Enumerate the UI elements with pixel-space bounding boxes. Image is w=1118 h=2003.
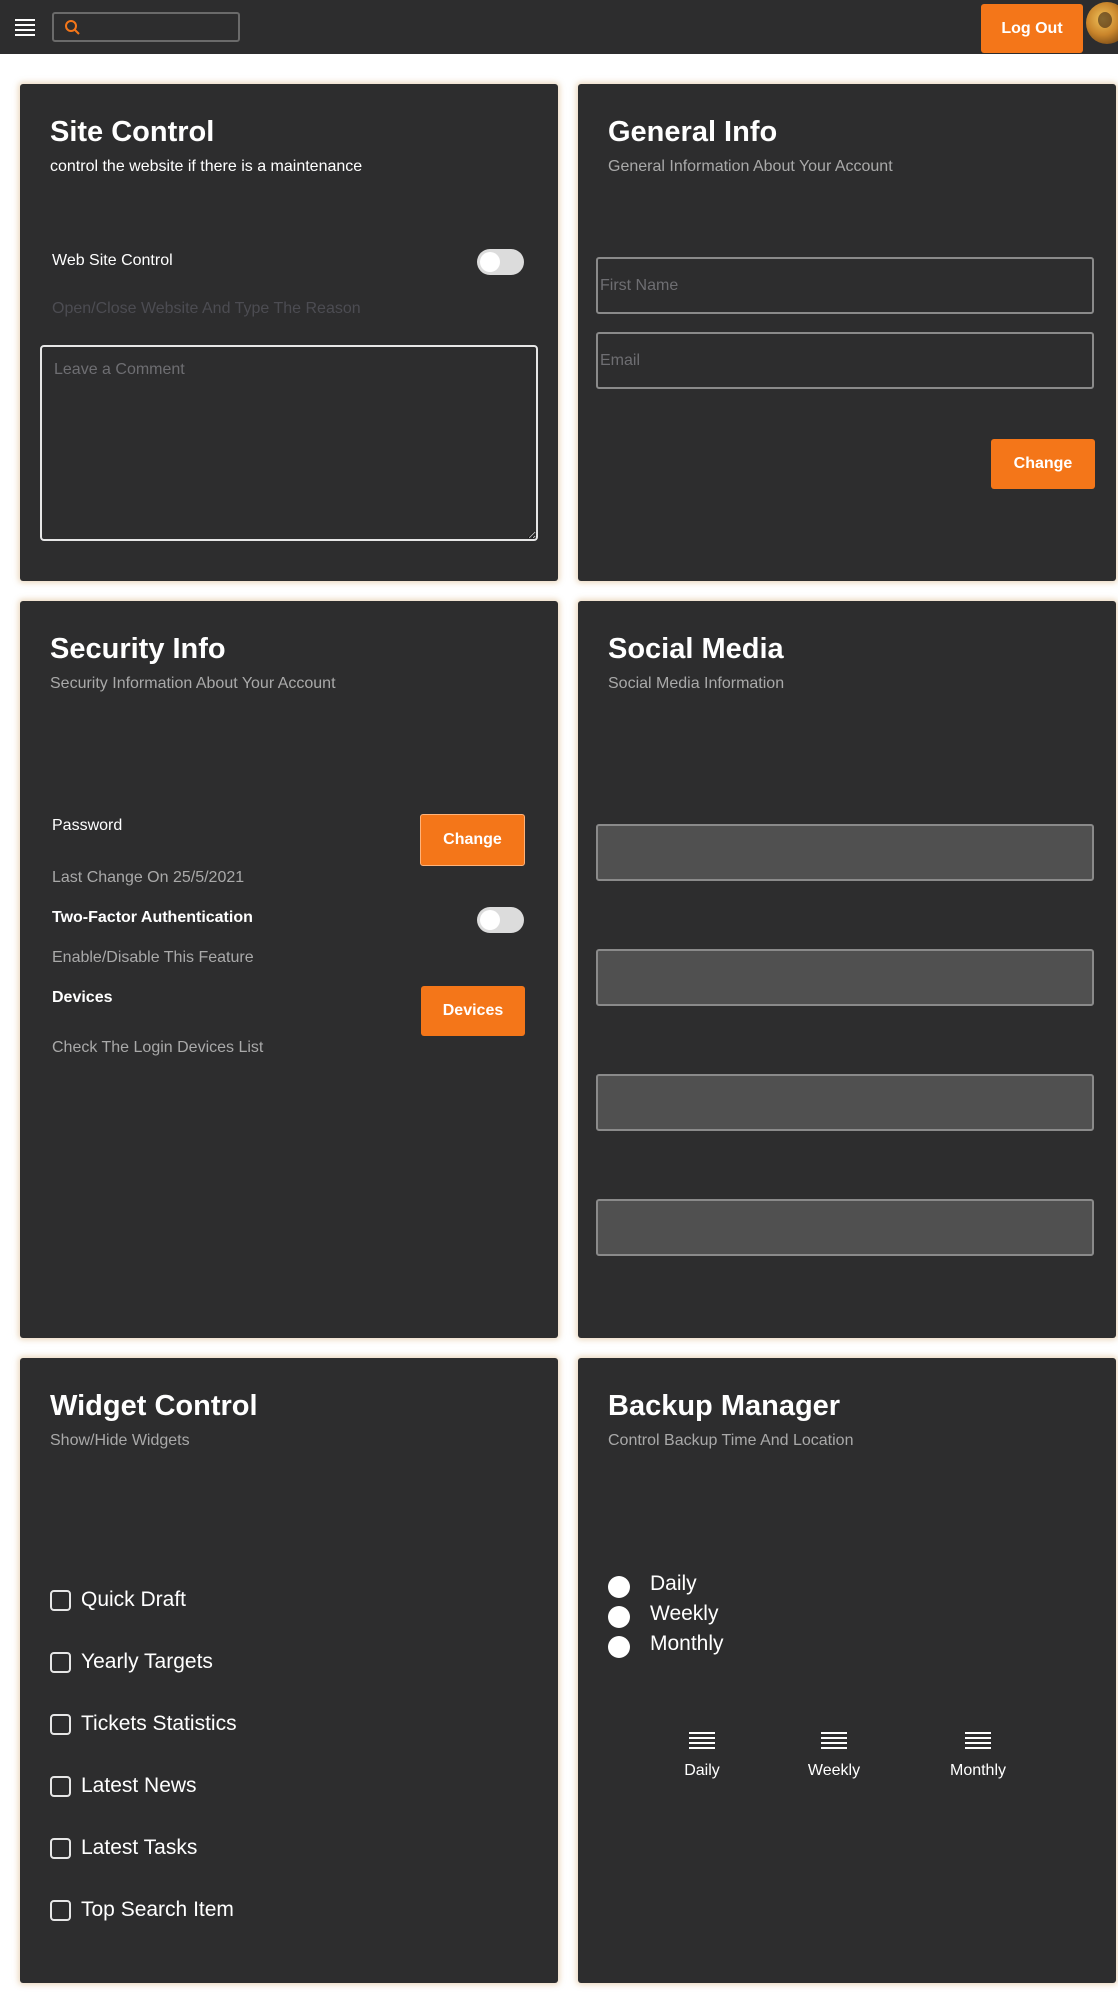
radio-label: Monthly <box>650 1632 724 1655</box>
password-label: Password <box>52 817 123 834</box>
widget-option[interactable]: Top Search Item <box>50 1898 234 1922</box>
menu-icon[interactable] <box>15 19 35 36</box>
site-control-card: Site Control control the website if ther… <box>20 84 558 581</box>
web-site-control-label: Web Site Control <box>52 252 173 269</box>
radio-label: Daily <box>650 1572 697 1595</box>
card-subtitle: Security Information About Your Account <box>50 675 336 692</box>
first-name-field[interactable] <box>596 257 1094 314</box>
widget-option-label: Latest News <box>81 1774 197 1797</box>
list-icon <box>689 1732 715 1752</box>
backup-schedule-label: Weekly <box>807 1762 861 1779</box>
card-title: Site Control <box>50 116 215 148</box>
two-factor-label: Two-Factor Authentication <box>52 909 253 926</box>
backup-schedule-label: Monthly <box>949 1762 1007 1779</box>
card-subtitle: control the website if there is a mainte… <box>50 158 363 175</box>
card-title: Backup Manager <box>608 1390 841 1422</box>
radio-label: Weekly <box>650 1602 719 1625</box>
list-icon <box>965 1732 991 1752</box>
widget-option-label: Latest Tasks <box>81 1836 198 1859</box>
checkbox[interactable] <box>50 1713 71 1735</box>
change-password-button[interactable]: Change <box>420 814 525 866</box>
search-icon <box>65 20 80 35</box>
widget-option-label: Quick Draft <box>81 1588 187 1611</box>
checkbox[interactable] <box>50 1837 71 1859</box>
card-title: Social Media <box>608 633 784 665</box>
general-info-card: General Info General Information About Y… <box>578 84 1116 581</box>
radio-button[interactable] <box>608 1606 630 1628</box>
widget-option-label: Tickets Statistics <box>81 1712 237 1735</box>
devices-button[interactable]: Devices <box>421 986 525 1036</box>
widget-option-label: Top Search Item <box>81 1898 234 1921</box>
email-field[interactable] <box>596 332 1094 389</box>
change-info-button[interactable]: Change <box>991 439 1095 489</box>
social-field-3[interactable] <box>596 1074 1094 1131</box>
top-bar: Log Out <box>0 0 1118 54</box>
two-factor-hint: Enable/Disable This Feature <box>52 949 254 966</box>
backup-radio-option[interactable]: Daily <box>608 1570 697 1598</box>
card-subtitle: Show/Hide Widgets <box>50 1432 190 1449</box>
list-icon <box>821 1732 847 1752</box>
widget-control-card: Widget Control Show/Hide Widgets Quick D… <box>20 1358 558 1983</box>
backup-radio-option[interactable]: Weekly <box>608 1600 718 1628</box>
card-title: Security Info <box>50 633 226 665</box>
checkbox[interactable] <box>50 1589 71 1611</box>
card-title: Widget Control <box>50 1390 258 1422</box>
widget-option-label: Yearly Targets <box>81 1650 213 1673</box>
radio-button[interactable] <box>608 1636 630 1658</box>
card-subtitle: Social Media Information <box>608 675 785 692</box>
search-input[interactable] <box>86 16 234 38</box>
search-box[interactable] <box>52 12 240 42</box>
backup-radio-option[interactable]: Monthly <box>608 1630 724 1658</box>
backup-schedule-daily[interactable]: Daily <box>662 1732 742 1780</box>
widget-option[interactable]: Latest Tasks <box>50 1836 197 1860</box>
devices-label: Devices <box>52 989 113 1006</box>
widget-option[interactable]: Quick Draft <box>50 1588 186 1612</box>
comment-textarea[interactable] <box>40 345 538 541</box>
devices-hint: Check The Login Devices List <box>52 1039 264 1056</box>
backup-manager-card: Backup Manager Control Backup Time And L… <box>578 1358 1116 1983</box>
password-hint: Last Change On 25/5/2021 <box>52 869 245 886</box>
radio-button[interactable] <box>608 1576 630 1598</box>
social-media-card: Social Media Social Media Information <box>578 601 1116 1338</box>
security-info-card: Security Info Security Information About… <box>20 601 558 1338</box>
card-subtitle: Control Backup Time And Location <box>608 1432 854 1449</box>
card-subtitle: General Information About Your Account <box>608 158 893 175</box>
social-field-4[interactable] <box>596 1199 1094 1256</box>
two-factor-toggle[interactable] <box>477 907 524 933</box>
web-site-control-hint: Open/Close Website And Type The Reason <box>52 300 361 317</box>
social-field-1[interactable] <box>596 824 1094 881</box>
backup-schedule-label: Daily <box>684 1762 720 1779</box>
checkbox[interactable] <box>50 1775 71 1797</box>
social-field-2[interactable] <box>596 949 1094 1006</box>
backup-schedule-weekly[interactable]: Weekly <box>794 1732 874 1780</box>
avatar[interactable] <box>1086 2 1118 44</box>
backup-schedule-monthly[interactable]: Monthly <box>938 1732 1018 1780</box>
web-site-control-toggle[interactable] <box>477 249 524 275</box>
card-title: General Info <box>608 116 778 148</box>
widget-option[interactable]: Tickets Statistics <box>50 1712 237 1736</box>
widget-option[interactable]: Latest News <box>50 1774 197 1798</box>
widget-option[interactable]: Yearly Targets <box>50 1650 213 1674</box>
logout-button[interactable]: Log Out <box>981 4 1083 53</box>
checkbox[interactable] <box>50 1651 71 1673</box>
checkbox[interactable] <box>50 1899 71 1921</box>
